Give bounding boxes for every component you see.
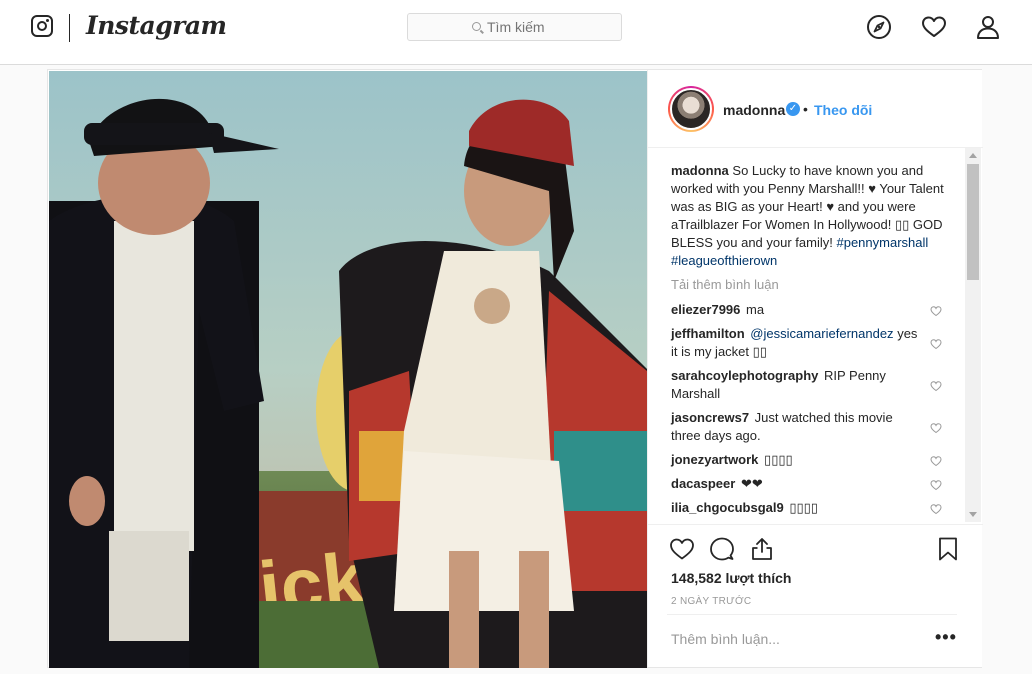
like-comment-heart-icon[interactable] — [930, 380, 942, 392]
comment-item: jasoncrews7 Just watched this movie thre… — [671, 409, 921, 445]
scroll-up-arrow-icon[interactable] — [969, 153, 977, 158]
likes-count[interactable]: 148,582 lượt thích — [671, 570, 791, 586]
load-more-comments-button[interactable]: Tải thêm bình luận — [671, 277, 779, 292]
comment-username[interactable]: jeffhamilton — [671, 326, 745, 341]
comment-item: jeffhamilton @jessicamariefernandez yes … — [671, 325, 921, 361]
comment-username[interactable]: eliezer7996 — [671, 302, 740, 317]
separator-dot: • — [803, 101, 808, 117]
comment-item: ilia_chgocubsgal9 ▯▯▯▯ — [671, 499, 921, 517]
share-icon[interactable] — [749, 536, 775, 562]
more-options-icon[interactable]: ••• — [935, 627, 957, 648]
comment-item: sarahcoylephotography RIP Penny Marshall — [671, 367, 921, 403]
verified-badge-icon: ✓ — [786, 102, 800, 116]
bookmark-icon[interactable] — [935, 536, 961, 562]
compass-icon[interactable] — [866, 14, 892, 40]
post-sidebar: madonna ✓ • Theo dõi madonna So Lucky to… — [647, 70, 983, 667]
add-comment-row: ••• — [667, 614, 957, 670]
like-comment-heart-icon[interactable] — [930, 503, 942, 515]
caption-username[interactable]: madonna — [671, 163, 729, 178]
avatar-image — [670, 88, 712, 130]
comment-item: eliezer7996 ma — [671, 301, 921, 319]
header-divider — [69, 14, 70, 42]
search-box[interactable] — [407, 13, 622, 41]
comment-username[interactable]: ilia_chgocubsgal9 — [671, 500, 784, 515]
instagram-wordmark-logo[interactable]: Instagram — [86, 11, 227, 40]
scroll-down-arrow-icon[interactable] — [969, 512, 977, 517]
post-header: madonna ✓ • Theo dõi — [648, 70, 983, 148]
follow-button[interactable]: Theo dõi — [814, 102, 872, 118]
heart-icon[interactable] — [921, 14, 947, 40]
comment-text: ▯▯▯▯ — [764, 452, 793, 467]
like-comment-heart-icon[interactable] — [930, 479, 942, 491]
like-heart-icon[interactable] — [669, 536, 695, 562]
comment-bubble-icon[interactable] — [709, 536, 735, 562]
comment-item: dacaspeer ❤❤ — [671, 475, 921, 493]
comment-username[interactable]: jasoncrews7 — [671, 410, 749, 425]
comment-username[interactable]: jonezyartwork — [671, 452, 758, 467]
comment-text: ▯▯▯▯ — [789, 500, 818, 515]
add-comment-input[interactable] — [671, 631, 911, 647]
post-timestamp[interactable]: 2 NGÀY TRƯỚC — [671, 596, 751, 607]
profile-icon[interactable] — [975, 14, 1001, 40]
like-comment-heart-icon[interactable] — [930, 422, 942, 434]
comment-mention[interactable]: @jessicamariefernandez — [750, 326, 893, 341]
post-card: wick madonna ✓ • Theo dõi madonna So Luc… — [47, 69, 983, 668]
top-navigation-bar: Instagram — [0, 0, 1032, 65]
search-input[interactable] — [487, 19, 557, 35]
instagram-glyph-icon[interactable] — [31, 15, 53, 37]
like-comment-heart-icon[interactable] — [930, 305, 942, 317]
comment-item: jonezyartwork ▯▯▯▯ — [671, 451, 921, 469]
post-caption: madonna So Lucky to have known you and w… — [671, 162, 961, 270]
post-username[interactable]: madonna — [723, 102, 785, 118]
comment-username[interactable]: sarahcoylephotography — [671, 368, 818, 383]
post-photo[interactable]: wick — [49, 71, 647, 668]
avatar[interactable] — [668, 86, 714, 132]
like-comment-heart-icon[interactable] — [930, 455, 942, 467]
like-comment-heart-icon[interactable] — [930, 338, 942, 350]
comment-text: ma — [746, 302, 765, 317]
search-icon — [472, 21, 481, 31]
post-actions: 148,582 lượt thích 2 NGÀY TRƯỚC ••• — [648, 524, 983, 667]
comments-section: madonna So Lucky to have known you and w… — [648, 150, 983, 523]
comments-scrollbar[interactable] — [965, 148, 981, 522]
scrollbar-thumb[interactable] — [967, 164, 979, 280]
comment-username[interactable]: dacaspeer — [671, 476, 735, 491]
comment-text: ❤❤ — [740, 476, 763, 491]
